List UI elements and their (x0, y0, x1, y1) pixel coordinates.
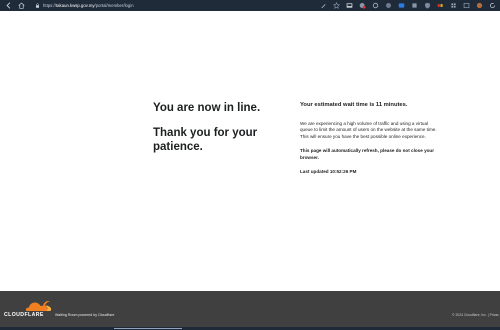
screen-icon (346, 3, 353, 8)
queue-headings: You are now in line. Thank you for your … (153, 101, 283, 154)
extension-button-7[interactable] (424, 2, 431, 9)
home-button[interactable] (17, 2, 25, 10)
profile-button[interactable] (476, 2, 483, 9)
back-icon (5, 2, 10, 9)
extension-button-2[interactable] (359, 2, 366, 9)
extension-button-9[interactable] (450, 2, 457, 9)
extension-button-8[interactable] (437, 2, 444, 9)
refresh-notice: This page will automatically refresh, pl… (300, 148, 435, 160)
cloudflare-wordmark: CLOUDFLARE (4, 312, 44, 318)
refresh-icon (490, 3, 495, 8)
badge-icon (359, 3, 366, 9)
back-button[interactable] (4, 2, 12, 10)
favorite-button[interactable] (333, 2, 340, 9)
footer: CLOUDFLARE Waiting Room powered by Cloud… (0, 291, 500, 330)
wait-time-text: Your estimated wait time is 11 minutes. (300, 102, 408, 108)
in-line-heading: You are now in line. (153, 102, 261, 114)
grid-icon (451, 3, 456, 8)
last-updated-text: Last updated 10:52:26 PM (300, 169, 357, 175)
home-icon (17, 2, 25, 9)
powered-by-text: Waiting Room powered by Cloudflare (55, 313, 115, 317)
read-aloud-button[interactable] (320, 2, 327, 9)
extension-button-6[interactable] (411, 2, 418, 9)
traffic-info-text: We are experiencing a high volume of tra… (300, 121, 437, 139)
browser-extensions (314, 1, 496, 10)
extension-button-3[interactable] (372, 2, 379, 9)
taskbar-active-indicator (114, 328, 182, 329)
url-text: https://takaun.kwsp.gov.my/portal/member… (43, 3, 134, 8)
browser-toolbar: https://takaun.kwsp.gov.my/portal/member… (0, 0, 500, 11)
profile-icon (476, 2, 483, 9)
gear-icon (372, 2, 379, 9)
address-bar[interactable]: https://takaun.kwsp.gov.my/portal/member… (32, 1, 137, 10)
collections-button[interactable] (463, 2, 470, 9)
colored-icon (437, 4, 443, 7)
extension-button-4[interactable] (385, 2, 392, 9)
cloudflare-logo[interactable]: CLOUDFLARE (4, 299, 52, 319)
blue-badge-icon (398, 3, 405, 8)
pen-icon (321, 4, 326, 9)
lock-icon (36, 3, 39, 8)
settings-button[interactable] (489, 2, 496, 9)
extension-button-5[interactable] (398, 2, 405, 9)
shield-icon (425, 2, 430, 9)
collections-icon (463, 3, 470, 8)
cloud-icon (25, 301, 52, 311)
thank-you-heading: Thank you for your patience. (153, 127, 258, 153)
extension-button-1[interactable] (346, 2, 353, 9)
puzzle-icon (412, 3, 417, 8)
star-icon (333, 2, 340, 9)
circle-icon (386, 3, 391, 8)
copyright-text[interactable]: © 2024 Cloudflare, Inc. | Privac (452, 313, 499, 317)
queue-details: Your estimated wait time is 11 minutes. … (300, 101, 440, 175)
